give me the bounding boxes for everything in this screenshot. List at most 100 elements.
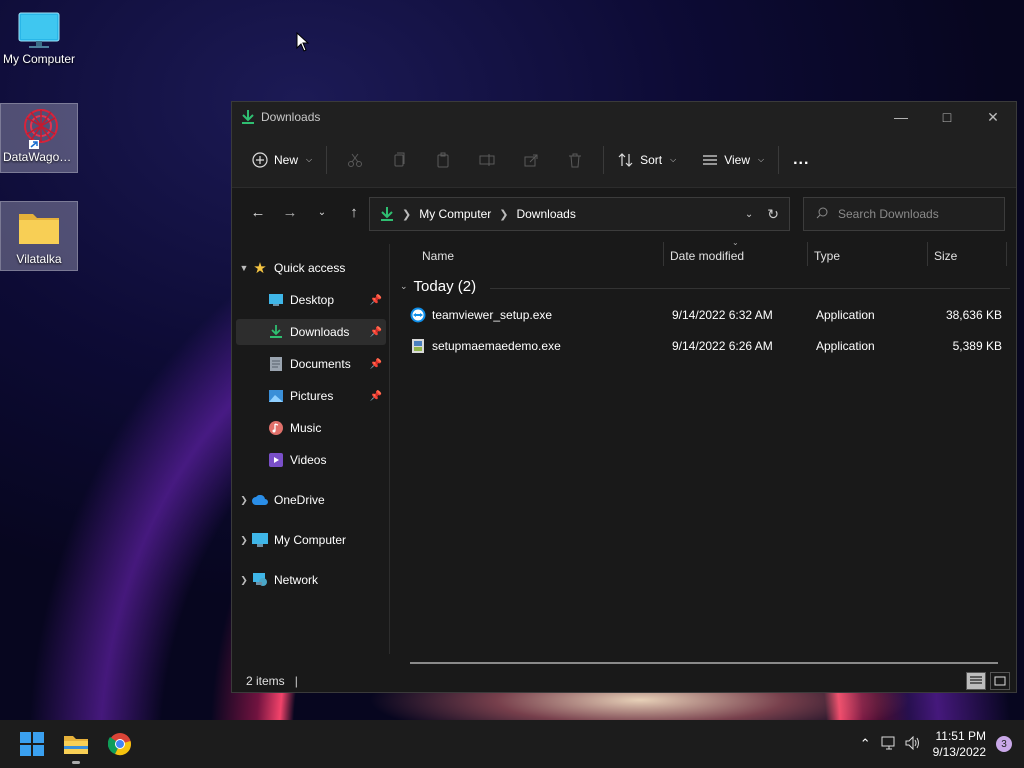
address-bar[interactable]: ❯ My Computer ❯ Downloads ⌄ ↻ xyxy=(369,197,790,231)
new-button[interactable]: New ⌵ xyxy=(244,146,320,174)
minimize-button[interactable]: — xyxy=(878,102,924,132)
expand-chevron-icon[interactable]: ❯ xyxy=(236,535,252,546)
file-name: setupmaemaedemo.exe xyxy=(432,339,561,353)
cut-icon[interactable] xyxy=(333,144,377,176)
clock-date: 9/13/2022 xyxy=(932,745,986,759)
active-app-indicator xyxy=(72,761,80,764)
breadcrumb-chevron-icon: ❯ xyxy=(402,208,412,221)
column-header-name[interactable]: Name xyxy=(422,244,454,268)
chrome-icon xyxy=(108,733,131,756)
horizontal-scrollbar[interactable] xyxy=(410,662,998,664)
rename-icon[interactable] xyxy=(465,144,509,176)
file-row[interactable]: setupmaemaedemo.exe 9/14/2022 6:26 AM Ap… xyxy=(402,332,1002,360)
sidebar-item-pictures[interactable]: Pictures 📌 xyxy=(236,383,386,409)
desktop-icon-vilatalka[interactable]: Vilatalka xyxy=(0,201,78,271)
sort-caret-icon: ⌄ xyxy=(732,238,739,247)
close-button[interactable]: ✕ xyxy=(970,102,1016,132)
music-icon xyxy=(268,420,284,436)
search-icon xyxy=(816,207,828,222)
column-divider[interactable] xyxy=(807,242,808,266)
notification-badge[interactable]: 3 xyxy=(996,736,1012,752)
file-date: 9/14/2022 6:32 AM xyxy=(672,308,773,322)
column-header-size[interactable]: Size xyxy=(934,244,957,268)
collapse-chevron-icon[interactable]: ⌄ xyxy=(400,281,408,292)
expand-chevron-icon[interactable]: ❯ xyxy=(236,575,252,586)
navigation-pane: ▼ ★ Quick access Desktop 📌 Downloads 📌 D… xyxy=(232,244,390,654)
recent-locations-chevron-icon[interactable]: ⌄ xyxy=(306,196,338,228)
taskbar: ⌃ 11:51 PM 9/13/2022 3 xyxy=(0,720,1024,768)
installer-icon xyxy=(410,338,426,357)
desktop-icon-datawagon[interactable]: DataWagon... xyxy=(0,103,78,173)
search-box[interactable] xyxy=(803,197,1005,231)
forward-arrow-icon[interactable]: → xyxy=(274,196,306,228)
group-header-today[interactable]: ⌄ Today (2) xyxy=(400,278,1010,295)
more-options-button[interactable]: ... xyxy=(785,145,817,175)
file-list: Name Date modified ⌄ Type Size ⌄ Today (… xyxy=(392,238,1010,662)
delete-icon[interactable] xyxy=(553,144,597,176)
sidebar-item-label: Desktop xyxy=(290,293,335,307)
sidebar-item-my-computer[interactable]: ❯ My Computer xyxy=(236,527,386,553)
address-dropdown-icon[interactable]: ⌄ xyxy=(745,209,753,220)
sidebar-item-label: Quick access xyxy=(274,261,346,275)
expand-chevron-icon[interactable]: ❯ xyxy=(236,495,252,506)
expand-chevron-icon[interactable]: ▼ xyxy=(236,263,252,273)
sidebar-item-downloads[interactable]: Downloads 📌 xyxy=(236,319,386,345)
details-view-icon[interactable] xyxy=(966,672,986,690)
maximize-button[interactable]: □ xyxy=(924,102,970,132)
view-button[interactable]: View ⌵ xyxy=(694,146,772,174)
show-hidden-icons-chevron-icon[interactable]: ⌃ xyxy=(860,736,871,752)
file-type: Application xyxy=(816,308,875,322)
volume-icon[interactable] xyxy=(905,735,921,753)
sort-button[interactable]: Sort ⌵ xyxy=(610,146,684,174)
column-divider[interactable] xyxy=(927,242,928,266)
download-icon xyxy=(242,110,254,124)
pin-icon: 📌 xyxy=(369,294,382,306)
status-divider: | xyxy=(294,674,298,688)
start-button[interactable] xyxy=(12,724,52,764)
file-date: 9/14/2022 6:26 AM xyxy=(672,339,773,353)
chevron-down-icon: ⌵ xyxy=(670,154,677,164)
column-header-type[interactable]: Type xyxy=(814,244,840,268)
teamviewer-icon xyxy=(410,307,426,326)
status-bar: 2 items | xyxy=(232,670,1016,692)
column-divider[interactable] xyxy=(663,242,664,266)
up-arrow-icon[interactable]: ↑ xyxy=(338,196,370,228)
taskbar-chrome[interactable] xyxy=(100,724,140,764)
sidebar-item-label: Pictures xyxy=(290,389,334,403)
breadcrumb-my-computer[interactable]: My Computer xyxy=(419,207,491,221)
sidebar-item-quick-access[interactable]: ▼ ★ Quick access xyxy=(236,255,386,281)
copy-icon[interactable] xyxy=(377,144,421,176)
paste-icon[interactable] xyxy=(421,144,465,176)
clock[interactable]: 11:51 PM 9/13/2022 xyxy=(933,728,986,760)
star-icon: ★ xyxy=(253,260,267,277)
back-arrow-icon[interactable]: ← xyxy=(242,196,274,228)
sidebar-item-network[interactable]: ❯ Network xyxy=(236,567,386,593)
sidebar-item-documents[interactable]: Documents 📌 xyxy=(236,351,386,377)
sidebar-item-label: My Computer xyxy=(274,533,347,547)
pictures-icon xyxy=(268,388,284,404)
monitor-icon xyxy=(18,12,60,48)
group-divider xyxy=(490,288,1010,289)
sort-icon xyxy=(618,152,633,167)
file-row[interactable]: teamviewer_setup.exe 9/14/2022 6:32 AM A… xyxy=(402,301,1002,329)
desktop-icon-my-computer[interactable]: My Computer xyxy=(0,8,78,74)
tiles-view-icon[interactable] xyxy=(990,672,1010,690)
sidebar-item-onedrive[interactable]: ❯ OneDrive xyxy=(236,487,386,513)
breadcrumb-downloads[interactable]: Downloads xyxy=(516,207,575,221)
refresh-icon[interactable]: ↻ xyxy=(767,206,779,223)
system-tray: ⌃ 11:51 PM 9/13/2022 3 xyxy=(860,720,1024,768)
column-divider[interactable] xyxy=(1006,242,1007,266)
sort-label: Sort xyxy=(640,152,663,167)
share-icon[interactable] xyxy=(509,144,553,176)
title-bar[interactable]: Downloads — □ ✕ xyxy=(232,102,1016,132)
sidebar-item-music[interactable]: Music xyxy=(236,415,386,441)
column-header-date-modified[interactable]: Date modified xyxy=(670,244,744,268)
sidebar-item-desktop[interactable]: Desktop 📌 xyxy=(236,287,386,313)
more-icon: ... xyxy=(793,150,810,168)
search-input[interactable] xyxy=(838,207,988,221)
monitor-icon xyxy=(252,532,268,548)
sidebar-item-videos[interactable]: Videos xyxy=(236,447,386,473)
network-status-icon[interactable] xyxy=(881,736,897,753)
window-title: Downloads xyxy=(261,110,321,124)
taskbar-file-explorer[interactable] xyxy=(56,724,96,764)
